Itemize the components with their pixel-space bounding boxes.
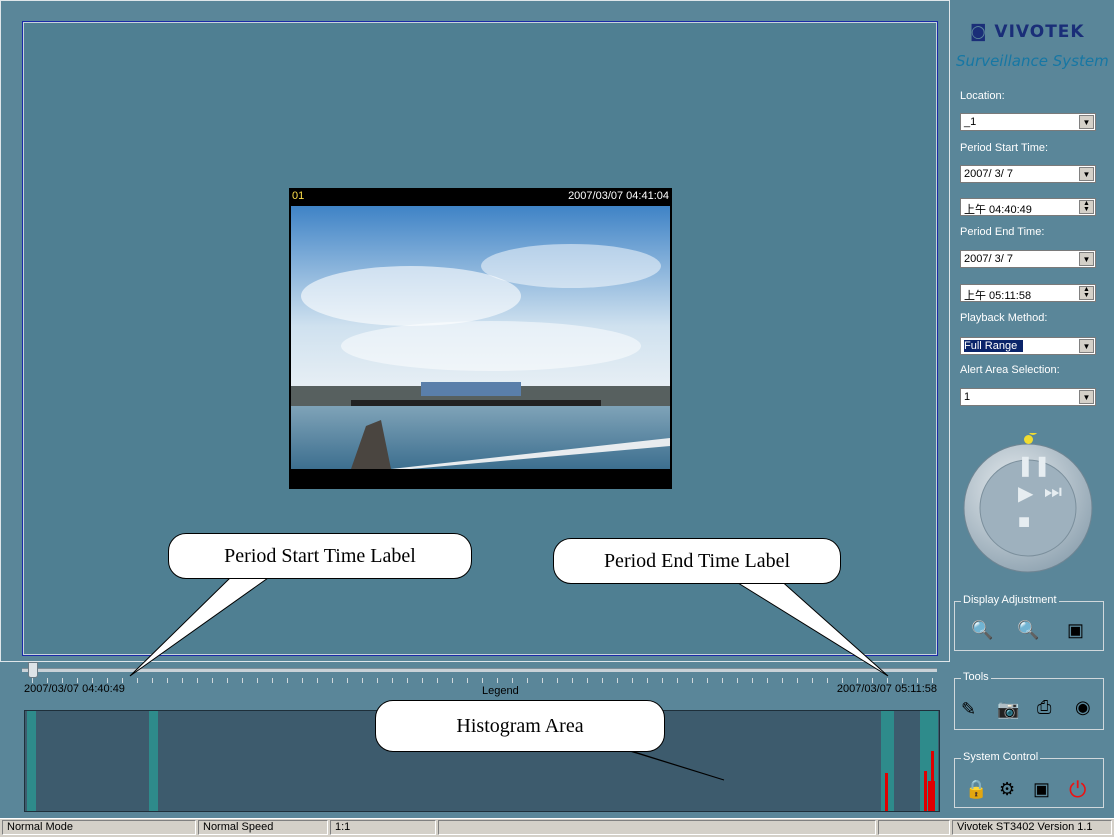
print-icon[interactable]: ⎙ bbox=[1037, 697, 1051, 718]
dropdown-arrow-icon[interactable]: ▼ bbox=[1079, 390, 1094, 404]
dropdown-arrow-icon[interactable]: ▼ bbox=[1079, 339, 1094, 353]
period-start-date-value: 2007/ 3/ 7 bbox=[964, 168, 1013, 180]
spinner-arrows-icon[interactable]: ▲ ▼ bbox=[1079, 200, 1094, 214]
power-icon[interactable]: ⏻ bbox=[1069, 777, 1086, 803]
dropdown-arrow-icon[interactable]: ▼ bbox=[1079, 115, 1094, 129]
dropdown-arrow-icon[interactable]: ▼ bbox=[1079, 252, 1094, 266]
edit-tool-icon[interactable]: ✎ bbox=[961, 699, 976, 720]
brand-logo: ◙ VIVOTEK bbox=[970, 22, 1085, 42]
alert-area-label: Alert Area Selection: bbox=[960, 364, 1060, 376]
callout-period-end: Period End Time Label bbox=[553, 538, 841, 584]
status-ratio: 1:1 bbox=[330, 820, 436, 835]
period-end-date-select[interactable]: 2007/ 3/ 7 ▼ bbox=[960, 250, 1096, 268]
alert-area-select[interactable]: 1 ▼ bbox=[960, 388, 1096, 406]
period-end-date-value: 2007/ 3/ 7 bbox=[964, 253, 1013, 265]
callout-histogram: Histogram Area bbox=[375, 700, 665, 752]
status-blank bbox=[878, 820, 950, 835]
playback-method-label: Playback Method: bbox=[960, 312, 1048, 324]
zoom-out-icon[interactable]: 🔍 bbox=[1017, 620, 1039, 641]
period-end-time-spinner[interactable]: 上午 05:11:58 ▲ ▼ bbox=[960, 284, 1096, 302]
playback-method-value: Full Range bbox=[964, 340, 1024, 352]
status-mode: Normal Mode bbox=[2, 820, 196, 835]
period-start-time-value: 上午 04:40:49 bbox=[964, 204, 1032, 216]
status-version: Vivotek ST3402 Version 1.1 bbox=[952, 820, 1112, 835]
control-sidebar: ◙ VIVOTEK Surveillance System Location: … bbox=[950, 0, 1114, 818]
app-subtitle: Surveillance System bbox=[956, 52, 1109, 70]
period-start-label: Period Start Time: bbox=[960, 142, 1049, 154]
monitor-icon[interactable]: ▣ bbox=[1033, 779, 1050, 800]
spinner-arrows-icon[interactable]: ▲ ▼ bbox=[1079, 286, 1094, 300]
status-speed: Normal Speed bbox=[198, 820, 328, 835]
playback-dial[interactable]: ❚❚ ▶ ⏭ ■ bbox=[958, 425, 1098, 573]
period-start-date-select[interactable]: 2007/ 3/ 7 ▼ bbox=[960, 165, 1096, 183]
brand-name: VIVOTEK bbox=[994, 22, 1085, 42]
period-start-time-spinner[interactable]: 上午 04:40:49 ▲ ▼ bbox=[960, 198, 1096, 216]
location-select[interactable]: _1 ▼ bbox=[960, 113, 1096, 131]
alert-area-value: 1 bbox=[964, 391, 971, 403]
system-control-group: System Control 🔒 ⚙ ▣ ⏻ bbox=[954, 751, 1104, 808]
zoom-in-icon[interactable]: 🔍 bbox=[971, 620, 993, 641]
tools-title: Tools bbox=[961, 671, 991, 683]
status-bar: Normal Mode Normal Speed 1:1 Vivotek ST3… bbox=[0, 818, 1114, 837]
callout-period-start: Period Start Time Label bbox=[168, 533, 472, 579]
location-label: Location: bbox=[960, 90, 1005, 102]
play-icon[interactable]: ▶ bbox=[1018, 481, 1033, 506]
settings-icon[interactable]: ⚙ bbox=[999, 779, 1015, 800]
lock-icon[interactable]: 🔒 bbox=[965, 779, 987, 800]
stop-icon[interactable]: ■ bbox=[1018, 511, 1030, 534]
pause-icon[interactable]: ❚❚ bbox=[1017, 453, 1051, 478]
tools-group: Tools ✎ 📷 ⎙ ◉ bbox=[954, 671, 1104, 730]
system-control-title: System Control bbox=[961, 751, 1041, 763]
next-frame-icon[interactable]: ⏭ bbox=[1044, 481, 1062, 504]
status-message bbox=[438, 820, 876, 835]
dropdown-arrow-icon[interactable]: ▼ bbox=[1079, 167, 1094, 181]
speed-indicator-icon[interactable] bbox=[1024, 435, 1033, 444]
display-adjustment-group: Display Adjustment 🔍 🔍 ▣ bbox=[954, 594, 1104, 651]
location-value: _1 bbox=[964, 116, 977, 128]
audio-icon[interactable]: ◉ bbox=[1075, 697, 1091, 718]
period-end-label: Period End Time: bbox=[960, 226, 1045, 238]
camera-icon: ◙ bbox=[970, 22, 988, 42]
period-end-time-value: 上午 05:11:58 bbox=[964, 290, 1032, 302]
color-adjust-icon[interactable]: ▣ bbox=[1067, 620, 1084, 641]
playback-method-select[interactable]: Full Range ▼ bbox=[960, 337, 1096, 355]
snapshot-camera-icon[interactable]: 📷 bbox=[997, 699, 1019, 720]
display-adjustment-title: Display Adjustment bbox=[961, 594, 1059, 606]
